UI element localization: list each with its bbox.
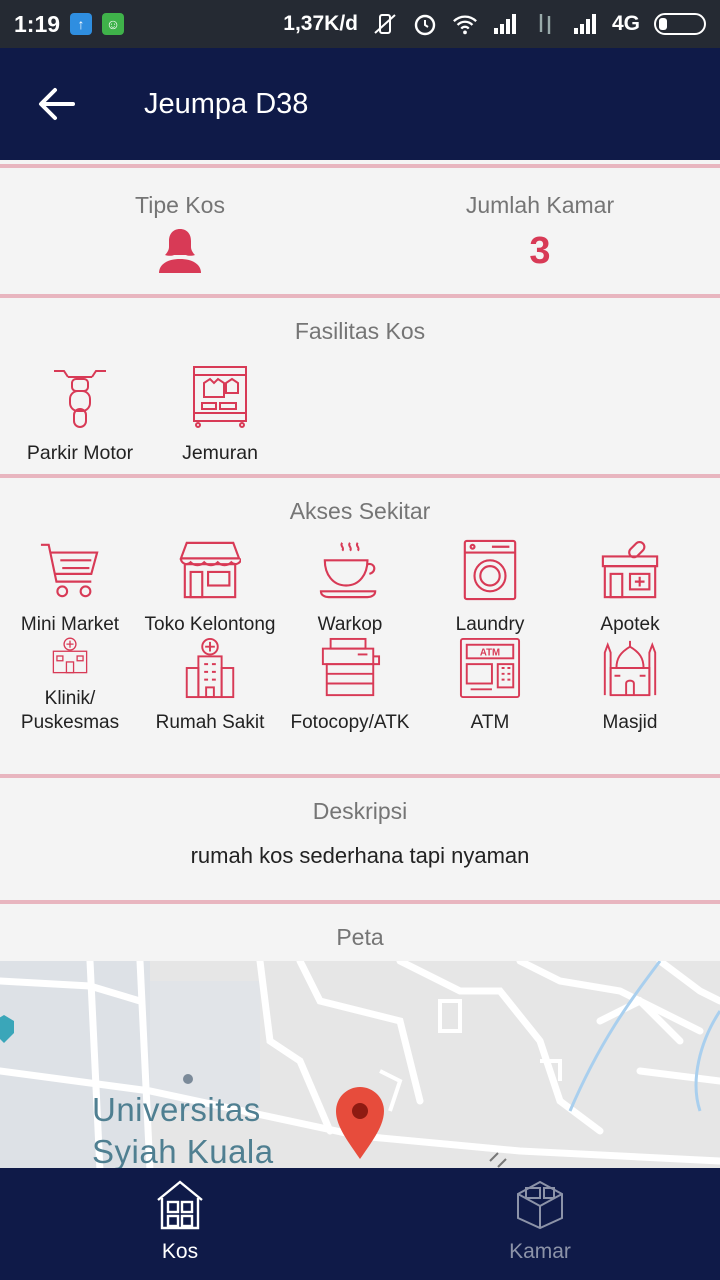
access-item: ATM ATM (420, 637, 560, 735)
network-speed: 1,37K/d (283, 12, 358, 35)
facility-item: Jemuran (150, 365, 290, 465)
info-section: Tipe Kos Jumlah Kamar 3 (0, 164, 720, 294)
access-label: ATM (470, 712, 510, 733)
signal-icon-2 (573, 14, 596, 34)
access-label: Laundry (455, 614, 525, 635)
app-bar: Jeumpa D38 (0, 48, 720, 160)
photocopier-icon (321, 637, 381, 697)
motorcycle-icon (54, 370, 106, 428)
access-item: Rumah Sakit (140, 637, 280, 735)
map-section: Peta (0, 900, 720, 964)
washing-machine-icon (463, 539, 517, 601)
access-item: Fotocopy/ATK (280, 637, 420, 735)
nav-label: Kamar (509, 1240, 571, 1263)
kos-type: Tipe Kos (0, 168, 360, 294)
hospital-icon (185, 637, 235, 699)
nav-item-kos[interactable]: Kos (0, 1168, 360, 1280)
shopping-cart-icon (40, 543, 99, 598)
access-label: Rumah Sakit (155, 712, 265, 733)
access-item: Masjid (560, 637, 700, 735)
access-item: Laundry (420, 539, 560, 637)
access-item: Apotek (560, 539, 700, 637)
facility-label: Parkir Motor (26, 442, 134, 464)
access-label: Mini Market (20, 614, 120, 635)
room-count-label: Jumlah Kamar (465, 192, 615, 218)
nearby-access-title: Akses Sekitar (289, 498, 431, 524)
clinic-icon (52, 637, 88, 674)
access-item: Warkop (280, 539, 420, 637)
access-label: Apotek (600, 614, 660, 635)
description-text: rumah kos sederhana tapi nyaman (190, 843, 530, 868)
mosque-icon (603, 640, 657, 697)
description-title: Deskripsi (312, 798, 408, 824)
facility-item: Parkir Motor (10, 365, 150, 465)
store-icon (179, 541, 241, 599)
nearby-access-section: Akses Sekitar Mini Market Toko Kelontong… (0, 474, 720, 774)
access-item: Toko Kelontong (140, 539, 280, 637)
pharmacy-icon (601, 541, 659, 599)
signal-icon (493, 14, 516, 34)
status-bar: 1:19 ↑ ☺ 1,37K/d 4G (0, 0, 720, 48)
svg-text:ATM: ATM (480, 647, 500, 658)
access-label: Fotocopy/ATK (290, 712, 410, 733)
detail-content[interactable]: Tipe Kos Jumlah Kamar 3 Fasilitas Kos Pa… (0, 160, 720, 1168)
room-count: Jumlah Kamar 3 (360, 168, 720, 294)
back-button[interactable] (0, 48, 112, 160)
access-item: Klinik/ Puskesmas (0, 637, 140, 735)
map-place-label: Universitas (92, 1091, 261, 1128)
access-label: Toko Kelontong (144, 614, 276, 635)
nearby-access-grid: Mini Market Toko Kelontong Warkop Laundr… (0, 539, 720, 735)
facilities-section: Fasilitas Kos Parkir Motor Jemuran (0, 294, 720, 474)
battery-icon (654, 13, 706, 35)
map-title: Peta (336, 924, 384, 950)
network-type: 4G (611, 12, 640, 35)
female-user-icon (159, 229, 201, 273)
bottom-navigation: Kos Kamar (0, 1168, 720, 1280)
kos-type-label: Tipe Kos (135, 192, 225, 218)
wifi-icon (453, 15, 477, 35)
facility-label: Jemuran (182, 442, 258, 464)
vibrate-off-icon (374, 14, 396, 34)
status-time: 1:19 (14, 10, 61, 37)
clothes-rack-icon (193, 366, 247, 428)
access-label: Warkop (317, 614, 383, 635)
nav-item-kamar[interactable]: Kamar (360, 1168, 720, 1280)
page-title: Jeumpa D38 (144, 87, 309, 120)
arrow-left-icon (39, 88, 75, 120)
alarm-icon (414, 14, 436, 36)
app-notification-icon: ☺ (102, 13, 125, 35)
access-label: Klinik/ Puskesmas (20, 688, 120, 733)
access-label: Masjid (602, 712, 658, 733)
nav-label: Kos (161, 1240, 199, 1263)
house-icon (157, 1180, 203, 1230)
facilities-grid: Parkir Motor Jemuran (0, 365, 720, 465)
data-transfer-icon (539, 14, 551, 34)
room-count-value: 3 (529, 230, 551, 272)
cube-room-icon (517, 1180, 563, 1230)
facilities-title: Fasilitas Kos (294, 318, 426, 344)
description-section: Deskripsi rumah kos sederhana tapi nyama… (0, 774, 720, 900)
atm-icon: ATM (459, 637, 521, 699)
access-item: Mini Market (0, 539, 140, 637)
map-view[interactable]: Universitas Syiah Kuala (0, 961, 720, 1168)
coffee-cup-icon (319, 542, 377, 599)
map-place-label: Syiah Kuala (92, 1133, 274, 1168)
upload-notification-icon: ↑ (70, 13, 93, 35)
